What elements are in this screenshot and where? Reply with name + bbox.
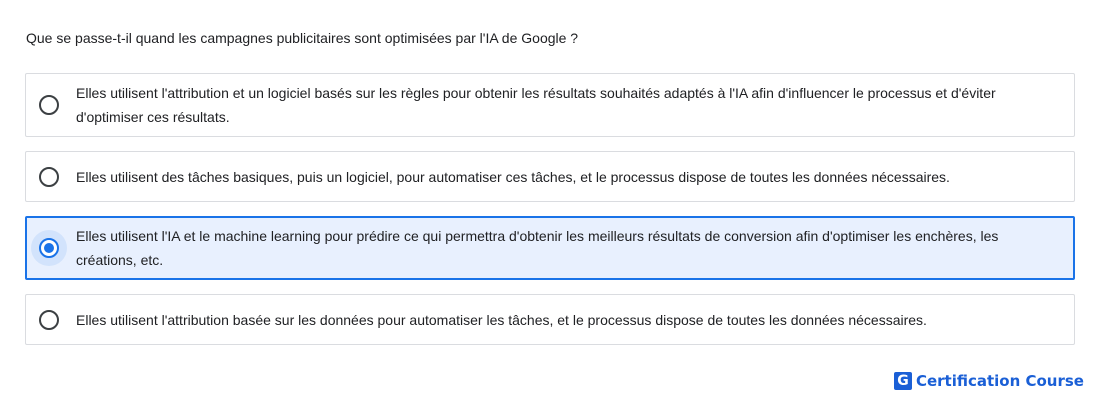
radio-unchecked-icon — [39, 309, 59, 330]
answer-options: Elles utilisent l'attribution et un logi… — [25, 73, 1075, 359]
answer-option-label: Elles utilisent des tâches basiques, pui… — [76, 168, 950, 185]
answer-option-3[interactable]: Elles utilisent l'IA et le machine learn… — [25, 216, 1075, 280]
answer-option-label: Elles utilisent l'IA et le machine learn… — [76, 228, 999, 268]
brand-logo-icon: G — [893, 372, 912, 390]
answer-option-2[interactable]: Elles utilisent des tâches basiques, pui… — [25, 151, 1075, 202]
brand-name: Certification Course — [915, 372, 1084, 390]
answer-option-1[interactable]: Elles utilisent l'attribution et un logi… — [25, 73, 1075, 137]
answer-option-label: Elles utilisent l'attribution et un logi… — [76, 85, 996, 125]
radio-unchecked-icon — [39, 166, 59, 187]
radio-button-2[interactable] — [39, 166, 59, 187]
answer-option-4[interactable]: Elles utilisent l'attribution basée sur … — [25, 294, 1075, 345]
radio-button-3[interactable] — [31, 230, 67, 266]
question-text: Que se passe-t-il quand les campagnes pu… — [26, 30, 579, 46]
radio-checked-icon — [39, 238, 59, 258]
radio-unchecked-icon — [39, 95, 59, 115]
brand-watermark: G Certification Course — [893, 372, 1084, 390]
radio-button-4[interactable] — [39, 309, 59, 330]
answer-option-label: Elles utilisent l'attribution basée sur … — [76, 311, 927, 328]
radio-button-1[interactable] — [39, 95, 59, 115]
